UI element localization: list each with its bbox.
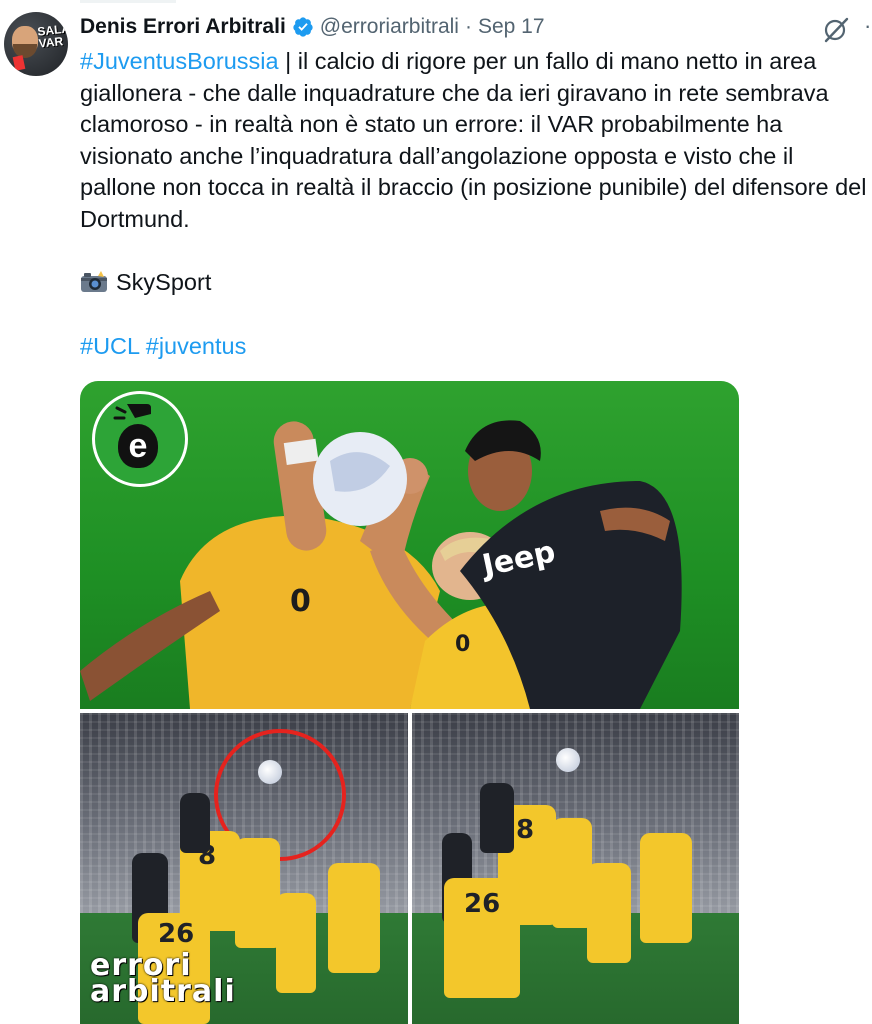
header-separator: · [464, 15, 472, 38]
media-top-photo[interactable]: Jeep 0 0 e [80, 381, 739, 709]
player-yellow [328, 863, 380, 973]
jersey-number: 26 [464, 889, 501, 919]
tweet-body-paragraph: #JuventusBorussia | il calcio di rigore … [80, 46, 870, 235]
photo-credit-text: SkySport [116, 269, 212, 295]
tweet-header: Denis Errori Arbitrali @erroriarbitrali … [80, 12, 545, 42]
more-icon[interactable]: · [864, 15, 871, 37]
svg-text:0: 0 [455, 632, 470, 657]
player-dark [480, 783, 514, 853]
tweet-text: #JuventusBorussia | il calcio di rigore … [80, 46, 870, 362]
thread-top-line [80, 0, 176, 3]
tweet-date[interactable]: Sep 17 [478, 15, 545, 39]
camera-flash-icon [81, 271, 107, 292]
tweet-body: | il calcio di rigore per un fallo di ma… [80, 48, 867, 232]
player-yellow [235, 838, 280, 948]
tweet-media[interactable]: Jeep 0 0 e 8 26 8 26 errori arbitrali [80, 381, 739, 1024]
avatar-text: SALA VAR [36, 21, 68, 51]
player-yellow [640, 833, 692, 943]
hashtag-ucl[interactable]: #UCL [80, 333, 139, 359]
svg-text:0: 0 [290, 584, 311, 619]
player-yellow [587, 863, 631, 963]
photo-credit: SkySport [80, 267, 870, 299]
author-handle[interactable]: @erroriarbitrali [320, 15, 459, 39]
verified-badge-icon[interactable] [292, 16, 314, 38]
hashtag-link[interactable]: #JuventusBorussia [80, 48, 279, 74]
player-dark [180, 793, 210, 853]
media-bottom-right-photo[interactable]: 8 26 [412, 713, 739, 1024]
errori-arbitrali-watermark: errori arbitrali [90, 951, 236, 1009]
watermark-line-2: arbitrali [90, 974, 236, 1009]
ball-icon [556, 748, 580, 772]
avatar[interactable]: SALA VAR [4, 12, 68, 76]
jersey-number: 26 [158, 919, 195, 949]
grok-icon[interactable] [822, 16, 850, 44]
player-yellow [552, 818, 592, 928]
jersey-number: 8 [516, 815, 535, 845]
errori-arbitrali-logo: e [92, 391, 188, 487]
logo-letter: e [118, 424, 158, 468]
author-name[interactable]: Denis Errori Arbitrali [80, 15, 286, 39]
hashtag-juventus[interactable]: #juventus [146, 333, 247, 359]
hashtag-list: #UCL #juventus [80, 331, 870, 363]
player-yellow [276, 893, 316, 993]
